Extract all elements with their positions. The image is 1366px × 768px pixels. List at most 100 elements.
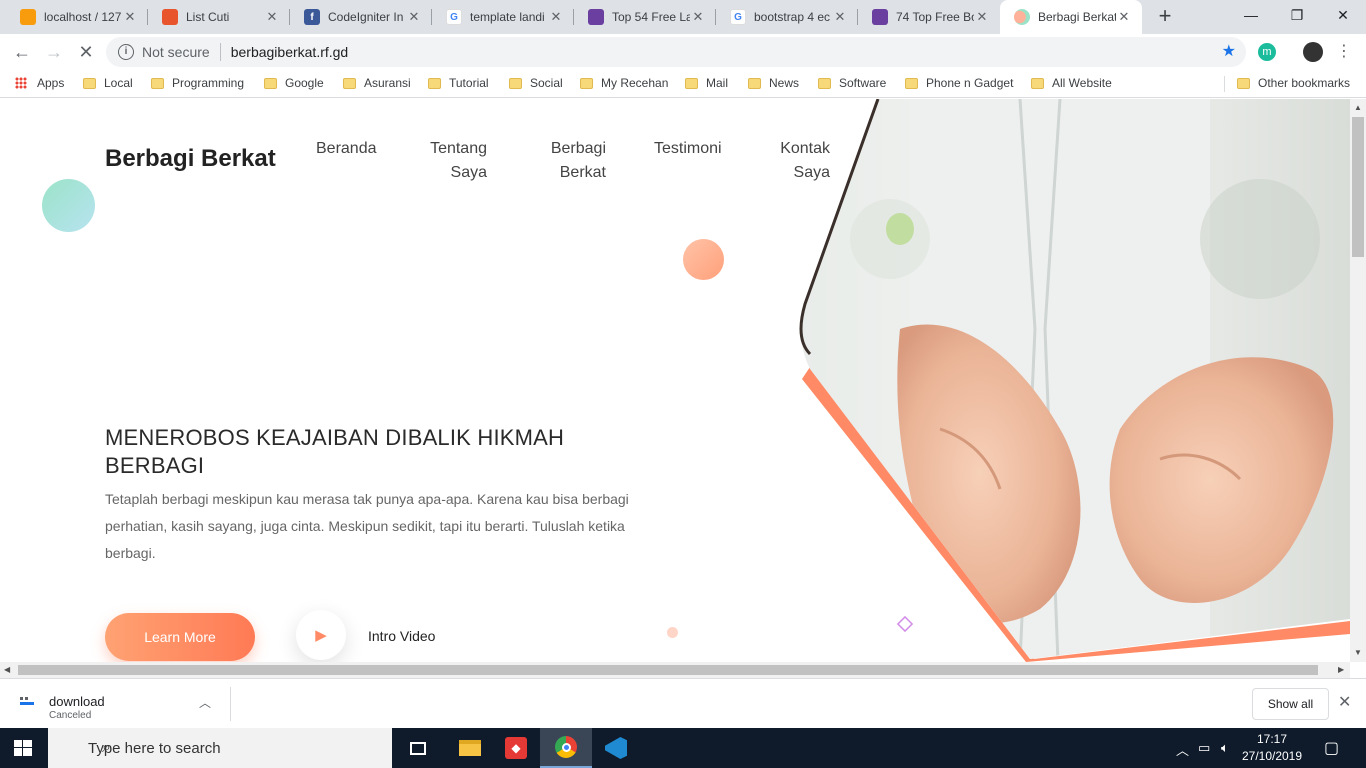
- system-clock[interactable]: 17:17 27/10/2019: [1240, 731, 1304, 765]
- chevron-up-icon[interactable]: ︿: [1176, 740, 1189, 759]
- bookmark-folder[interactable]: Google: [264, 76, 324, 90]
- download-file-name[interactable]: download: [49, 694, 105, 709]
- bookmark-folder[interactable]: All Website: [1031, 76, 1112, 90]
- file-explorer-icon[interactable]: [444, 728, 496, 768]
- new-tab-button[interactable]: +: [1152, 4, 1178, 30]
- bookmark-label: News: [769, 76, 800, 90]
- colorlib-icon: [872, 9, 888, 25]
- url-text[interactable]: berbagiberkat.rf.gd: [231, 44, 349, 60]
- learn-more-button[interactable]: Learn More: [105, 613, 255, 661]
- bookmark-label: Tutorial: [449, 76, 489, 90]
- bookmark-folder[interactable]: Asuransi: [343, 76, 411, 90]
- scroll-thumb[interactable]: [18, 665, 1318, 675]
- extension-icon[interactable]: m: [1258, 43, 1276, 61]
- site-logo[interactable]: Berbagi Berkat: [105, 145, 276, 173]
- show-all-button[interactable]: Show all: [1252, 688, 1329, 720]
- forward-arrow-icon[interactable]: →: [42, 40, 66, 64]
- bookmark-star-icon[interactable]: ★: [1222, 41, 1236, 61]
- close-icon[interactable]: ✕: [832, 9, 848, 25]
- task-view-icon[interactable]: [392, 728, 444, 768]
- tab-3[interactable]: G template landi ✕: [432, 0, 574, 34]
- tab-title: Top 54 Free La: [612, 10, 690, 24]
- close-icon[interactable]: ✕: [1338, 692, 1351, 712]
- close-icon[interactable]: ✕: [690, 9, 706, 25]
- divider: [219, 43, 221, 61]
- security-label[interactable]: Not secure: [142, 44, 210, 60]
- volume-icon[interactable]: 🔈︎: [1221, 740, 1229, 756]
- scroll-right-icon[interactable]: ▶: [1338, 665, 1344, 674]
- back-arrow-icon[interactable]: ←: [10, 40, 34, 64]
- tab-5[interactable]: G bootstrap 4 ec ✕: [716, 0, 858, 34]
- tab-title: 74 Top Free Bo: [896, 10, 974, 24]
- tab-title: template landi: [470, 10, 545, 24]
- bookmark-folder[interactable]: Tutorial: [428, 76, 489, 90]
- app-red-icon[interactable]: ◆: [490, 728, 542, 768]
- nav-label: Tentang: [430, 140, 487, 157]
- vscode-icon[interactable]: [590, 728, 642, 768]
- network-icon[interactable]: ▭: [1198, 740, 1210, 756]
- tab-6[interactable]: 74 Top Free Bo ✕: [858, 0, 1000, 34]
- close-icon[interactable]: ✕: [122, 9, 138, 25]
- taskbar-search-box[interactable]: ⌕ Type here to search: [48, 728, 392, 768]
- horizontal-scrollbar[interactable]: ◀ ▶: [0, 662, 1350, 678]
- hero-description: Tetaplah berbagi meskipun kau merasa tak…: [105, 491, 629, 561]
- vertical-scrollbar[interactable]: ▲ ▼: [1350, 99, 1366, 662]
- other-bookmarks[interactable]: Other bookmarks: [1237, 76, 1350, 90]
- chevron-up-icon[interactable]: ︿: [199, 694, 211, 711]
- bookmark-label: Other bookmarks: [1258, 76, 1351, 90]
- windows-start-icon[interactable]: [14, 740, 32, 756]
- scroll-down-icon[interactable]: ▼: [1354, 648, 1362, 657]
- intro-video-link[interactable]: Intro Video: [368, 628, 435, 644]
- tab-1[interactable]: List Cuti ✕: [148, 0, 290, 34]
- close-window-button[interactable]: ✕: [1320, 0, 1366, 30]
- folder-icon: [685, 77, 698, 89]
- close-icon[interactable]: ✕: [548, 9, 564, 25]
- scroll-up-icon[interactable]: ▲: [1354, 103, 1362, 112]
- close-icon[interactable]: ✕: [1116, 9, 1132, 25]
- browser-toolbar: ← → ✕ i Not secure berbagiberkat.rf.gd ★: [0, 34, 1366, 70]
- bookmark-folder[interactable]: My Recehan: [580, 76, 668, 90]
- menu-icon[interactable]: ⋮: [1336, 40, 1352, 64]
- restore-button[interactable]: ❐: [1274, 0, 1320, 30]
- tab-2[interactable]: f CodeIgniter In ✕: [290, 0, 432, 34]
- nav-testimoni[interactable]: Testimoni: [654, 137, 722, 161]
- bookmark-apps[interactable]: Apps: [15, 76, 64, 90]
- tab-4[interactable]: Top 54 Free La ✕: [574, 0, 716, 34]
- bookmarks-bar: Apps Local Programming Google Asuransi T…: [0, 70, 1366, 98]
- tab-7-active[interactable]: Berbagi Berkat ✕: [1000, 0, 1142, 34]
- bookmark-label: Apps: [37, 76, 65, 90]
- notification-icon[interactable]: ▢: [1324, 738, 1339, 758]
- folder-icon: [83, 77, 96, 89]
- folder-icon: [1031, 77, 1044, 89]
- info-icon[interactable]: i: [118, 44, 134, 60]
- folder-icon: [580, 77, 593, 89]
- scroll-thumb[interactable]: [1352, 117, 1364, 257]
- bookmark-folder[interactable]: Social: [509, 76, 563, 90]
- minimize-button[interactable]: —: [1228, 0, 1274, 30]
- nav-beranda[interactable]: Beranda: [316, 137, 377, 161]
- google-icon: G: [730, 9, 746, 25]
- bookmark-folder[interactable]: Mail: [685, 76, 728, 90]
- close-icon[interactable]: ✕: [974, 9, 990, 25]
- play-icon: ▶: [315, 627, 327, 644]
- nav-tentang-saya[interactable]: Tentang Saya: [429, 137, 487, 185]
- site-icon: [1014, 9, 1030, 25]
- bookmark-label: Programming: [172, 76, 245, 90]
- bookmark-folder[interactable]: Programming: [151, 76, 244, 90]
- profile-avatar[interactable]: [1303, 42, 1323, 62]
- apps-grid-icon: [15, 77, 27, 89]
- close-icon[interactable]: ✕: [406, 9, 422, 25]
- nav-berbagi-berkat[interactable]: Berbagi Berkat: [548, 137, 606, 185]
- scroll-left-icon[interactable]: ◀: [4, 665, 10, 674]
- play-video-button[interactable]: ▶: [296, 610, 346, 660]
- bookmark-folder[interactable]: Phone n Gadget: [905, 76, 1013, 90]
- bookmark-folder[interactable]: Software: [818, 76, 886, 90]
- stop-loading-icon[interactable]: ✕: [74, 40, 98, 64]
- bookmark-folder[interactable]: News: [748, 76, 799, 90]
- chrome-icon[interactable]: [540, 728, 592, 768]
- tab-title: List Cuti: [186, 10, 230, 24]
- address-bar[interactable]: i Not secure berbagiberkat.rf.gd ★: [106, 37, 1246, 67]
- bookmark-folder[interactable]: Local: [83, 76, 133, 90]
- close-icon[interactable]: ✕: [264, 9, 280, 25]
- tab-0[interactable]: localhost / 127 ✕: [6, 0, 148, 34]
